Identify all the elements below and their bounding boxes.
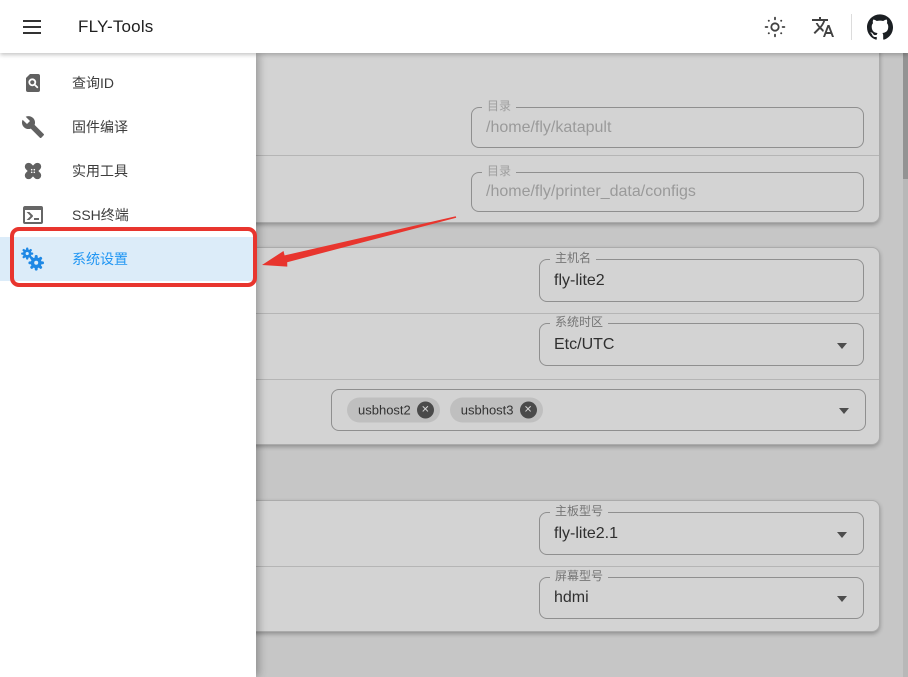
- chip-label: usbhost3: [461, 403, 514, 418]
- field-label: 系统时区: [550, 315, 608, 329]
- usbhost2-chip[interactable]: usbhost2 ✕: [347, 398, 440, 423]
- scrollbar-thumb[interactable]: [903, 53, 908, 179]
- configs-directory-field[interactable]: 目录 /home/fly/printer_data/configs: [471, 172, 864, 212]
- navigation-drawer: 查询ID 固件编译 实用工具: [0, 53, 256, 677]
- hostname-field[interactable]: 主机名 fly-lite2: [539, 259, 864, 302]
- field-value: /home/fly/katapult: [486, 119, 611, 137]
- board-model-select[interactable]: 主板型号 fly-lite2.1: [539, 512, 864, 555]
- sidebar-item-label: 固件编译: [72, 117, 128, 137]
- field-label: 目录: [482, 99, 516, 113]
- gears-icon: [20, 246, 46, 272]
- utility-icon: [20, 158, 46, 184]
- sidebar-item-query-id[interactable]: 查询ID: [0, 61, 256, 105]
- chip-label: usbhost2: [358, 403, 411, 418]
- field-label: 主机名: [550, 251, 596, 265]
- sidebar-item-system-settings[interactable]: 系统设置: [0, 237, 256, 281]
- vertical-scrollbar[interactable]: [903, 53, 908, 677]
- field-value: fly-lite2: [554, 272, 605, 290]
- katapult-directory-field[interactable]: 目录 /home/fly/katapult: [471, 107, 864, 148]
- system-settings-card: 主机名 fly-lite2 系统时区 Etc/UTC usbhost2 ✕ us…: [246, 247, 880, 445]
- usbhost3-chip[interactable]: usbhost3 ✕: [450, 398, 543, 423]
- hamburger-icon: [23, 20, 41, 34]
- row-divider: [247, 313, 879, 314]
- sidebar-item-ssh-terminal[interactable]: SSH终端: [0, 193, 256, 237]
- github-button[interactable]: [860, 7, 900, 47]
- language-button[interactable]: [803, 7, 843, 47]
- sidebar-item-utilities[interactable]: 实用工具: [0, 149, 256, 193]
- github-icon: [867, 14, 893, 40]
- translate-icon: [811, 15, 835, 39]
- sidebar-item-label: 系统设置: [72, 249, 128, 269]
- chevron-down-icon: [837, 532, 847, 538]
- terminal-icon: [20, 202, 46, 228]
- usbhost-multiselect[interactable]: usbhost2 ✕ usbhost3 ✕: [331, 389, 866, 431]
- chevron-down-icon: [837, 596, 847, 602]
- app-title: FLY-Tools: [78, 17, 154, 37]
- field-label: 主板型号: [550, 504, 608, 518]
- sidebar-item-firmware-build[interactable]: 固件编译: [0, 105, 256, 149]
- chevron-down-icon: [839, 408, 849, 414]
- file-search-icon: [20, 70, 46, 96]
- timezone-select[interactable]: 系统时区 Etc/UTC: [539, 323, 864, 366]
- field-value: Etc/UTC: [554, 336, 614, 354]
- menu-button[interactable]: [12, 7, 52, 47]
- chip-close-icon[interactable]: ✕: [417, 402, 434, 419]
- field-value: fly-lite2.1: [554, 525, 618, 543]
- field-value: /home/fly/printer_data/configs: [486, 183, 696, 201]
- field-label: 目录: [482, 164, 516, 178]
- wrench-icon: [20, 114, 46, 140]
- theme-brightness-icon: [763, 15, 787, 39]
- field-value: hdmi: [554, 589, 589, 607]
- sidebar-item-label: 查询ID: [72, 73, 114, 93]
- sidebar-item-label: 实用工具: [72, 161, 128, 181]
- chip-group: usbhost2 ✕ usbhost3 ✕: [347, 398, 543, 423]
- row-divider: [247, 379, 879, 380]
- sidebar-item-label: SSH终端: [72, 205, 129, 225]
- appbar-divider: [851, 14, 852, 40]
- directories-card: 目录 /home/fly/katapult 目录 /home/fly/print…: [246, 36, 880, 223]
- hardware-card: 主板型号 fly-lite2.1 屏幕型号 hdmi: [246, 500, 880, 632]
- chevron-down-icon: [837, 343, 847, 349]
- theme-toggle-button[interactable]: [755, 7, 795, 47]
- field-label: 屏幕型号: [550, 569, 608, 583]
- row-divider: [247, 566, 879, 567]
- row-divider: [247, 155, 879, 156]
- screen-model-select[interactable]: 屏幕型号 hdmi: [539, 577, 864, 619]
- app-bar: FLY-Tools: [0, 0, 908, 53]
- chip-close-icon[interactable]: ✕: [520, 402, 537, 419]
